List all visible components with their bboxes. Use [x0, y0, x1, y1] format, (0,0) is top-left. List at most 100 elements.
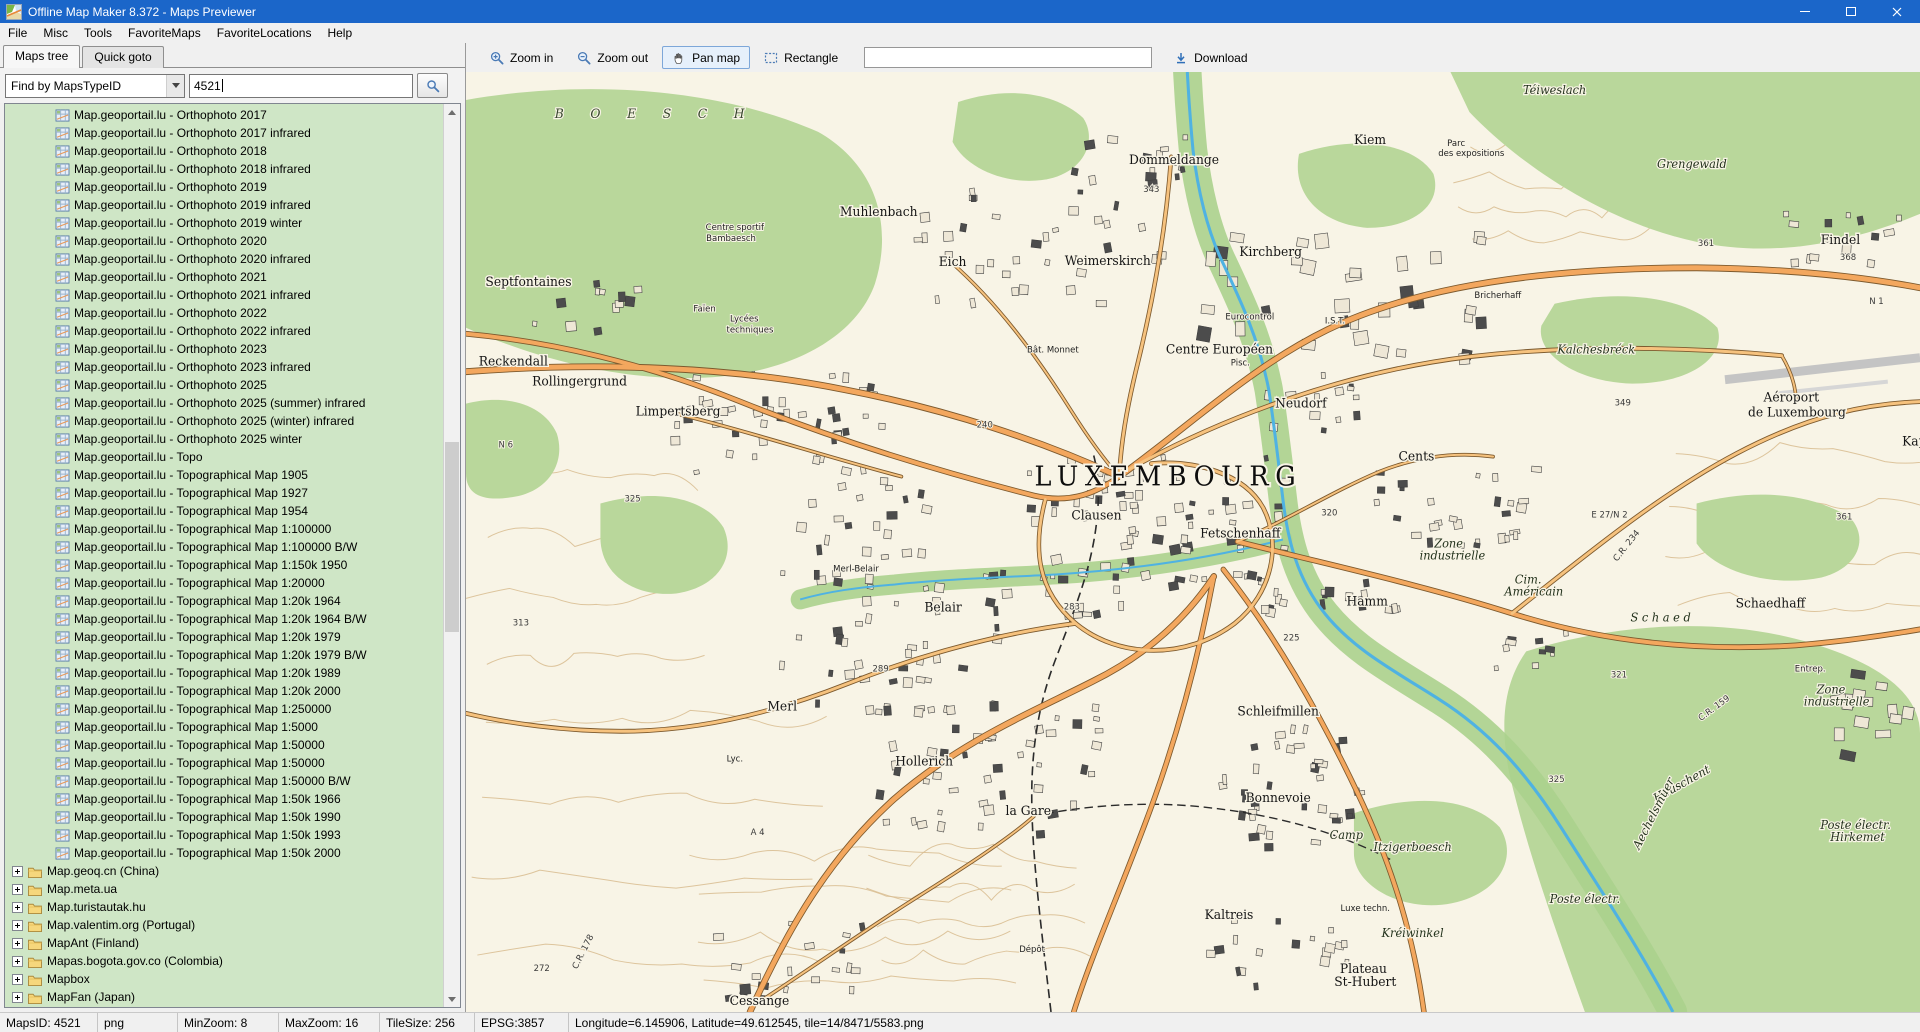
tree-item[interactable]: Map.geoportail.lu - Orthophoto 2023 [5, 340, 443, 358]
expand-plus-icon[interactable] [12, 866, 23, 877]
tree-item[interactable]: Map.geoportail.lu - Topographical Map 1:… [5, 520, 443, 538]
tree-item[interactable]: Map.geoportail.lu - Orthophoto 2018 infr… [5, 160, 443, 178]
tree-item[interactable]: Map.geoportail.lu - Orthophoto 2020 [5, 232, 443, 250]
close-button[interactable] [1874, 0, 1920, 23]
tab-quick-goto[interactable]: Quick goto [82, 46, 163, 68]
scroll-down-icon[interactable] [444, 991, 460, 1007]
tree-item[interactable]: Map.geoportail.lu - Orthophoto 2017 [5, 106, 443, 124]
menu-favoritemaps[interactable]: FavoriteMaps [120, 24, 209, 42]
tree-item[interactable]: Map.geoportail.lu - Topographical Map 1:… [5, 736, 443, 754]
tree-scrollbar[interactable] [443, 104, 460, 1007]
minimize-button[interactable] [1782, 0, 1828, 23]
tree-item[interactable]: Map.geoportail.lu - Topographical Map 1:… [5, 592, 443, 610]
expand-plus-icon[interactable] [12, 902, 23, 913]
tree-item[interactable]: Map.geoportail.lu - Orthophoto 2025 [5, 376, 443, 394]
map-layer-icon [55, 793, 70, 806]
dropdown-arrow-button[interactable] [166, 75, 184, 97]
tree-folder[interactable]: MapAnt (Finland) [5, 934, 443, 952]
scroll-up-icon[interactable] [444, 104, 460, 120]
rectangle-button[interactable]: Rectangle [754, 46, 848, 69]
expand-plus-icon[interactable] [12, 884, 23, 895]
mapstypeid-input[interactable]: 4521 [189, 74, 413, 98]
tree-item[interactable]: Map.geoportail.lu - Topographical Map 1:… [5, 808, 443, 826]
tree-item[interactable]: Map.geoportail.lu - Orthophoto 2022 infr… [5, 322, 443, 340]
maps-tree-frame: Map.geoportail.lu - Orthophoto 2017 Map.… [4, 103, 461, 1008]
tree-item[interactable]: Map.geoportail.lu - Topographical Map 1:… [5, 772, 443, 790]
tree-item[interactable]: Map.geoportail.lu - Orthophoto 2019 infr… [5, 196, 443, 214]
tree-item[interactable]: Map.geoportail.lu - Topographical Map 1:… [5, 844, 443, 862]
tree-scrollbar-thumb[interactable] [445, 442, 459, 632]
map-layer-icon [55, 505, 70, 518]
tree-folder[interactable]: Map.turistautak.hu [5, 898, 443, 916]
tree-item[interactable]: Map.geoportail.lu - Orthophoto 2019 [5, 178, 443, 196]
tree-item[interactable]: Map.geoportail.lu - Orthophoto 2018 [5, 142, 443, 160]
tree-item[interactable]: Map.geoportail.lu - Orthophoto 2025 wint… [5, 430, 443, 448]
map-toolbar: Zoom in Zoom out Pan map [466, 43, 1920, 72]
maximize-button[interactable] [1828, 0, 1874, 23]
zoom-in-button[interactable]: Zoom in [480, 46, 563, 69]
expand-plus-icon[interactable] [12, 938, 23, 949]
tree-item[interactable]: Map.geoportail.lu - Topographical Map 1:… [5, 556, 443, 574]
tree-item[interactable]: Map.geoportail.lu - Topographical Map 1:… [5, 646, 443, 664]
expand-plus-icon[interactable] [12, 974, 23, 985]
tree-item[interactable]: Map.geoportail.lu - Topographical Map 1:… [5, 628, 443, 646]
tree-item[interactable]: Map.geoportail.lu - Orthophoto 2023 infr… [5, 358, 443, 376]
tree-item[interactable]: Map.geoportail.lu - Topographical Map 1:… [5, 790, 443, 808]
map-label: 361 [1698, 239, 1714, 249]
map-canvas[interactable]: B O E S C HTéiweslachGrengewaldDommeldan… [466, 72, 1920, 1012]
menu-misc[interactable]: Misc [35, 24, 76, 42]
tree-item[interactable]: Map.geoportail.lu - Orthophoto 2025 (sum… [5, 394, 443, 412]
expand-plus-icon[interactable] [12, 920, 23, 931]
expand-plus-icon[interactable] [12, 956, 23, 967]
tree-folder[interactable]: Mapas.bogota.gov.co (Colombia) [5, 952, 443, 970]
zoom-out-button[interactable]: Zoom out [567, 46, 658, 69]
tree-item[interactable]: Map.geoportail.lu - Topographical Map 1:… [5, 700, 443, 718]
search-button[interactable] [417, 73, 448, 98]
tree-item[interactable]: Map.geoportail.lu - Topographical Map 1:… [5, 574, 443, 592]
tree-folder-label: MapFan (Japan) [47, 990, 135, 1004]
tree-item[interactable]: Map.geoportail.lu - Topographical Map 19… [5, 484, 443, 502]
expand-plus-icon[interactable] [12, 992, 23, 1003]
tree-item[interactable]: Map.geoportail.lu - Topographical Map 1:… [5, 610, 443, 628]
tree-item[interactable]: Map.geoportail.lu - Topographical Map 1:… [5, 754, 443, 772]
find-by-dropdown[interactable]: Find by MapsTypeID [5, 74, 185, 98]
tree-item[interactable]: Map.geoportail.lu - Topographical Map 19… [5, 466, 443, 484]
map-label: Téiweslach [1523, 83, 1586, 97]
folder-icon [27, 955, 43, 968]
tree-item[interactable]: Map.geoportail.lu - Orthophoto 2020 infr… [5, 250, 443, 268]
tree-item[interactable]: Map.geoportail.lu - Orthophoto 2021 infr… [5, 286, 443, 304]
tree-item[interactable]: Map.geoportail.lu - Orthophoto 2019 wint… [5, 214, 443, 232]
tree-item[interactable]: Map.geoportail.lu - Topographical Map 1:… [5, 682, 443, 700]
tree-item-label: Map.geoportail.lu - Topographical Map 1:… [74, 738, 325, 752]
tree-folder-label: Map.meta.ua [47, 882, 117, 896]
tree-folder[interactable]: Mapbox [5, 970, 443, 988]
tree-item[interactable]: Map.geoportail.lu - Topographical Map 1:… [5, 664, 443, 682]
tree-item-label: Map.geoportail.lu - Orthophoto 2020 [74, 234, 267, 248]
tree-folder[interactable]: Map.meta.ua [5, 880, 443, 898]
map-label: Kaltreis [1205, 907, 1254, 922]
tree-item[interactable]: Map.geoportail.lu - Topographical Map 19… [5, 502, 443, 520]
menu-tools[interactable]: Tools [76, 24, 120, 42]
map-toolbar-input[interactable] [864, 47, 1152, 68]
tree-item[interactable]: Map.geoportail.lu - Orthophoto 2022 [5, 304, 443, 322]
tree-folder[interactable]: MapFan (Japan) [5, 988, 443, 1006]
tree-item[interactable]: Map.geoportail.lu - Orthophoto 2025 (win… [5, 412, 443, 430]
tree-item[interactable]: Map.geoportail.lu - Orthophoto 2021 [5, 268, 443, 286]
pan-map-button[interactable]: Pan map [662, 46, 750, 69]
tree-item[interactable]: Map.geoportail.lu - Topographical Map 1:… [5, 826, 443, 844]
menu-help[interactable]: Help [319, 24, 360, 42]
map-label: Bonnevoie [1246, 790, 1311, 805]
find-by-dropdown-value: Find by MapsTypeID [11, 79, 121, 93]
tree-folder[interactable]: Map.geoq.cn (China) [5, 862, 443, 880]
tree-item-label: Map.geoportail.lu - Topographical Map 1:… [74, 648, 367, 662]
map-label: N 6 [499, 440, 514, 450]
tree-folder[interactable]: Map.valentim.org (Portugal) [5, 916, 443, 934]
tree-item[interactable]: Map.geoportail.lu - Orthophoto 2017 infr… [5, 124, 443, 142]
tree-item[interactable]: Map.geoportail.lu - Topographical Map 1:… [5, 718, 443, 736]
menu-favoritelocations[interactable]: FavoriteLocations [209, 24, 320, 42]
tree-item[interactable]: Map.geoportail.lu - Topo [5, 448, 443, 466]
menu-file[interactable]: File [0, 24, 35, 42]
tab-maps-tree[interactable]: Maps tree [3, 45, 80, 68]
tree-item[interactable]: Map.geoportail.lu - Topographical Map 1:… [5, 538, 443, 556]
download-button[interactable]: Download [1164, 46, 1257, 69]
